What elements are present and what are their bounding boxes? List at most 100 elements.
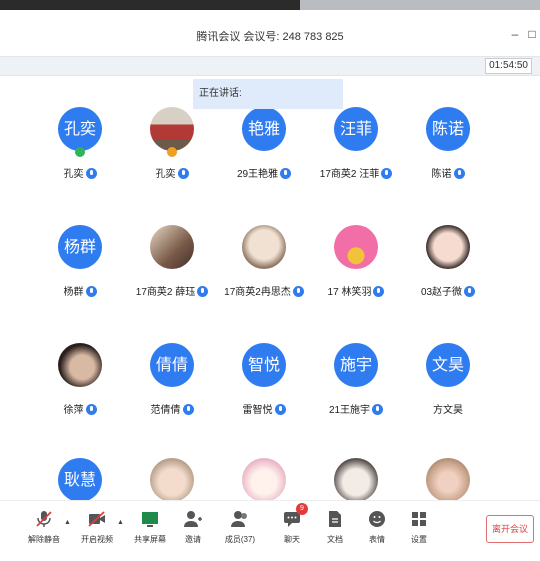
start-video-button[interactable]: 开启视频 — [75, 509, 119, 557]
unmute-button[interactable]: 解除静音 — [22, 509, 66, 557]
participant-tile[interactable]: 17商英2 薛珏 — [122, 225, 222, 335]
avatar: 孔奕 — [58, 107, 102, 151]
mic-icon — [292, 286, 304, 297]
participant-tile[interactable]: 杨群 杨群 — [30, 225, 130, 335]
participant-tile[interactable]: 施宇 21王施宇 — [306, 343, 406, 453]
members-icon — [231, 511, 247, 527]
participant-name: 17商英2 汪菲 — [319, 169, 380, 180]
members-button[interactable]: 成员(37) — [218, 509, 262, 557]
participant-grid: 孔奕 孔奕 孔奕 艳雅 29王艳雅 汪菲 17商英2 汪菲 陈诺 陈诺 杨群 杨… — [0, 0, 540, 500]
participant-name: 范倩倩 — [150, 405, 181, 416]
avatar: 汪菲 — [334, 107, 378, 151]
participant-tile[interactable]: 03赵子微 — [398, 225, 498, 335]
avatar: 倩倩 — [150, 343, 194, 387]
participant-tile[interactable]: 孔奕 孔奕 — [30, 107, 130, 217]
mic-icon — [197, 286, 209, 297]
participant-tile[interactable] — [306, 458, 406, 500]
mic-icon — [372, 404, 384, 415]
mic-active-icon — [75, 147, 85, 157]
participant-tile[interactable]: 17商英2冉思杰 — [214, 225, 314, 335]
avatar: 智悦 — [242, 343, 286, 387]
participant-name: 方文昊 — [433, 405, 463, 416]
mic-icon — [85, 168, 97, 179]
avatar — [150, 458, 194, 500]
avatar — [426, 458, 470, 500]
mic-icon — [373, 286, 385, 297]
participant-name: 雷智悦 — [242, 405, 273, 416]
avatar — [242, 458, 286, 500]
emoji-icon — [369, 511, 385, 527]
invite-label: 邀请 — [185, 535, 201, 544]
document-icon — [329, 511, 341, 527]
speaking-indicator: 正在讲话: — [193, 79, 343, 109]
docs-label: 文档 — [327, 535, 343, 544]
avatar: 耿慧 — [58, 458, 102, 500]
settings-grid-icon — [412, 512, 426, 526]
avatar — [242, 225, 286, 269]
avatar: 杨群 — [58, 225, 102, 269]
invite-button[interactable]: 邀请 — [171, 509, 215, 557]
share-screen-icon — [142, 512, 158, 527]
participant-tile[interactable]: 17 林笑羽 — [306, 225, 406, 335]
leave-meeting-button[interactable]: 离开会议 — [486, 515, 534, 543]
start-video-label: 开启视频 — [81, 535, 113, 544]
participant-name: 03赵子微 — [420, 287, 463, 298]
unmute-label: 解除静音 — [28, 535, 60, 544]
mic-icon — [381, 168, 393, 179]
mic-icon — [453, 168, 465, 179]
share-screen-label: 共享屏幕 — [134, 535, 166, 544]
mic-muted-icon — [36, 511, 52, 527]
participant-tile[interactable]: 倩倩 范倩倩 — [122, 343, 222, 453]
avatar — [334, 225, 378, 269]
participant-tile[interactable]: 孔奕 — [122, 107, 222, 217]
mic-icon — [280, 168, 292, 179]
participant-name: 徐萍 — [63, 405, 84, 416]
avatar — [426, 225, 470, 269]
mic-icon — [85, 404, 97, 415]
mic-icon — [464, 286, 476, 297]
chat-badge: 9 — [296, 503, 308, 515]
participant-tile[interactable]: 汪菲 17商英2 汪菲 — [306, 107, 406, 217]
chevron-up-icon[interactable]: ▲ — [64, 519, 71, 526]
members-label: 成员(37) — [224, 535, 256, 544]
mic-icon — [274, 404, 286, 415]
participant-tile[interactable]: 智悦 雷智悦 — [214, 343, 314, 453]
participant-tile[interactable] — [122, 458, 222, 500]
participant-tile[interactable] — [398, 458, 498, 500]
participant-name: 21王施宇 — [328, 405, 371, 416]
chat-label: 聊天 — [284, 535, 300, 544]
mic-icon — [85, 286, 97, 297]
bottom-toolbar: 解除静音 ▲ 开启视频 ▲ 共享屏幕 邀请 成员(37) 9 聊天 文档 表情 … — [0, 500, 540, 561]
avatar: 文昊 — [426, 343, 470, 387]
avatar — [150, 107, 194, 151]
mic-icon — [182, 404, 194, 415]
participant-name: 杨群 — [63, 287, 84, 298]
avatar: 陈诺 — [426, 107, 470, 151]
participant-name: 陈诺 — [431, 169, 452, 180]
hand-raise-icon — [167, 147, 177, 157]
participant-tile[interactable]: 徐萍 — [30, 343, 130, 453]
chevron-up-icon[interactable]: ▲ — [117, 519, 124, 526]
participant-tile[interactable]: 陈诺 陈诺 — [398, 107, 498, 217]
settings-button[interactable]: 设置 — [397, 509, 441, 557]
invite-icon — [184, 511, 202, 527]
participant-name: 孔奕 — [63, 169, 84, 180]
avatar: 施宇 — [334, 343, 378, 387]
emoji-label: 表情 — [369, 535, 385, 544]
emoji-button[interactable]: 表情 — [355, 509, 399, 557]
avatar — [58, 343, 102, 387]
participant-name: 17商英2 薛珏 — [135, 287, 196, 298]
avatar — [334, 458, 378, 500]
participant-tile[interactable]: 艳雅 29王艳雅 — [214, 107, 314, 217]
participant-tile[interactable]: 耿慧 — [30, 458, 130, 500]
avatar: 艳雅 — [242, 107, 286, 151]
participant-name: 17商英2冉思杰 — [224, 287, 291, 298]
participant-tile[interactable]: 文昊 方文昊 — [398, 343, 498, 453]
participant-name: 孔奕 — [155, 169, 176, 180]
participant-name: 17 林笑羽 — [327, 287, 372, 298]
participant-name: 29王艳雅 — [236, 169, 279, 180]
share-screen-button[interactable]: 共享屏幕 — [128, 509, 172, 557]
chat-button[interactable]: 9 聊天 — [270, 503, 314, 557]
docs-button[interactable]: 文档 — [313, 509, 357, 557]
participant-tile[interactable] — [214, 458, 314, 500]
